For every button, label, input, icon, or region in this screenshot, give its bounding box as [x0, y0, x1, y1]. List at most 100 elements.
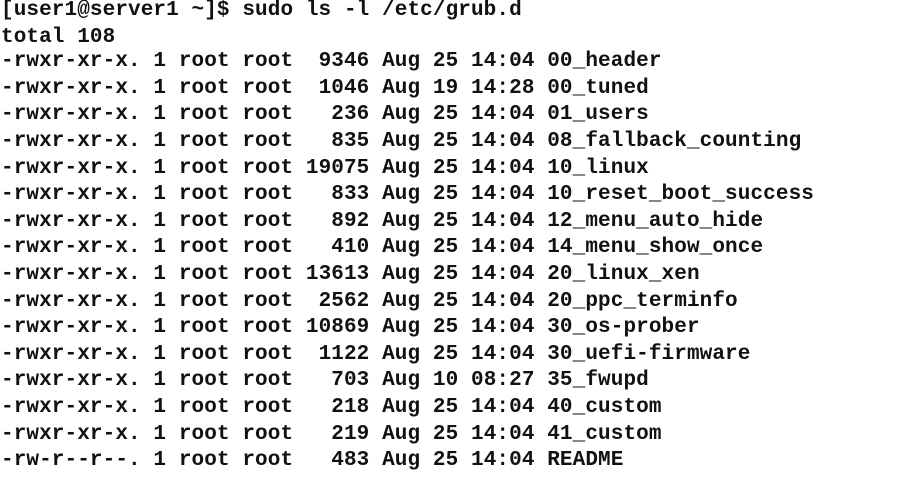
link-count: 1 — [140, 449, 167, 473]
file-name: 00_header — [534, 50, 662, 74]
link-count: 1 — [140, 103, 167, 127]
file-name: 00_tuned — [534, 76, 649, 100]
modified-day: 19 — [420, 76, 459, 100]
modified-day: 25 — [420, 316, 459, 340]
modified-day: 25 — [420, 209, 459, 233]
file-permissions: -rwxr-xr-x. — [1, 183, 141, 207]
file-permissions: -rwxr-xr-x. — [1, 369, 141, 393]
file-size: 9346 — [293, 50, 370, 74]
listing-row: -rw-r--r--. 1 root root 483 Aug 25 14:04… — [1, 448, 902, 475]
modified-time: 14:04 — [458, 156, 535, 180]
terminal-window[interactable]: [user1@server1 ~]$ sudo ls -l /etc/grub.… — [0, 0, 902, 475]
modified-day: 25 — [420, 50, 459, 74]
file-group: root — [229, 262, 294, 286]
listing-row: -rwxr-xr-x. 1 root root 703 Aug 10 08:27… — [1, 368, 902, 395]
link-count: 1 — [140, 316, 167, 340]
file-permissions: -rwxr-xr-x. — [1, 316, 141, 340]
file-group: root — [229, 50, 294, 74]
file-owner: root — [166, 209, 230, 233]
file-name: 20_ppc_terminfo — [534, 289, 738, 313]
listing-row: -rwxr-xr-x. 1 root root 2562 Aug 25 14:0… — [1, 289, 902, 316]
file-permissions: -rwxr-xr-x. — [1, 236, 141, 260]
file-owner: root — [166, 395, 230, 419]
link-count: 1 — [140, 369, 167, 393]
modified-day: 25 — [420, 342, 459, 366]
file-name: 01_users — [534, 103, 649, 127]
modified-time: 14:04 — [458, 129, 535, 153]
link-count: 1 — [140, 50, 167, 74]
link-count: 1 — [140, 289, 167, 313]
file-name: 08_fallback_counting — [534, 129, 802, 153]
link-count: 1 — [140, 422, 167, 446]
file-permissions: -rwxr-xr-x. — [1, 395, 141, 419]
file-name: README — [534, 449, 624, 473]
file-group: root — [229, 103, 294, 127]
modified-month: Aug — [369, 76, 421, 100]
file-name: 40_custom — [534, 395, 662, 419]
file-group: root — [229, 449, 294, 473]
file-owner: root — [166, 183, 230, 207]
listing-row: -rwxr-xr-x. 1 root root 1122 Aug 25 14:0… — [1, 342, 902, 369]
file-size: 219 — [293, 422, 370, 446]
modified-time: 14:04 — [458, 342, 535, 366]
modified-day: 25 — [420, 156, 459, 180]
file-name: 10_reset_boot_success — [534, 183, 814, 207]
file-size: 10869 — [293, 316, 370, 340]
listing-row: -rwxr-xr-x. 1 root root 410 Aug 25 14:04… — [1, 235, 902, 262]
modified-month: Aug — [369, 449, 421, 473]
file-name: 35_fwupd — [534, 369, 649, 393]
file-size: 835 — [293, 129, 370, 153]
link-count: 1 — [140, 156, 167, 180]
modified-time: 14:04 — [458, 236, 535, 260]
file-permissions: -rwxr-xr-x. — [1, 209, 141, 233]
file-size: 13613 — [293, 262, 370, 286]
modified-month: Aug — [369, 183, 421, 207]
modified-day: 25 — [420, 289, 459, 313]
file-size: 236 — [293, 103, 370, 127]
modified-month: Aug — [369, 395, 421, 419]
file-size: 19075 — [293, 156, 370, 180]
file-name: 14_menu_show_once — [534, 236, 764, 260]
link-count: 1 — [140, 76, 167, 100]
file-owner: root — [166, 236, 230, 260]
modified-time: 14:04 — [458, 50, 535, 74]
modified-time: 14:04 — [458, 103, 535, 127]
listing-row: -rwxr-xr-x. 1 root root 236 Aug 25 14:04… — [1, 102, 902, 129]
file-owner: root — [166, 50, 230, 74]
listing-row: -rwxr-xr-x. 1 root root 10869 Aug 25 14:… — [1, 315, 902, 342]
file-owner: root — [166, 449, 230, 473]
file-permissions: -rwxr-xr-x. — [1, 103, 141, 127]
listing-row: -rwxr-xr-x. 1 root root 218 Aug 25 14:04… — [1, 395, 902, 422]
modified-month: Aug — [369, 50, 421, 74]
listing-row: -rwxr-xr-x. 1 root root 13613 Aug 25 14:… — [1, 262, 902, 289]
file-group: root — [229, 316, 294, 340]
file-group: root — [229, 129, 294, 153]
modified-day: 25 — [420, 236, 459, 260]
listing-row: -rwxr-xr-x. 1 root root 833 Aug 25 14:04… — [1, 182, 902, 209]
modified-month: Aug — [369, 103, 421, 127]
modified-day: 25 — [420, 449, 459, 473]
file-size: 218 — [293, 395, 370, 419]
file-owner: root — [166, 76, 230, 100]
file-name: 12_menu_auto_hide — [534, 209, 764, 233]
modified-time: 14:04 — [458, 289, 535, 313]
file-group: root — [229, 156, 294, 180]
file-group: root — [229, 236, 294, 260]
file-name: 41_custom — [534, 422, 662, 446]
file-name: 30_uefi-firmware — [534, 342, 751, 366]
directory-listing: -rwxr-xr-x. 1 root root 9346 Aug 25 14:0… — [1, 49, 902, 475]
file-group: root — [229, 422, 294, 446]
modified-time: 14:04 — [458, 316, 535, 340]
listing-row: -rwxr-xr-x. 1 root root 219 Aug 25 14:04… — [1, 422, 902, 449]
file-owner: root — [166, 262, 230, 286]
modified-month: Aug — [369, 262, 421, 286]
file-group: root — [229, 369, 294, 393]
modified-day: 25 — [420, 129, 459, 153]
file-permissions: -rwxr-xr-x. — [1, 262, 141, 286]
modified-time: 14:04 — [458, 209, 535, 233]
file-size: 2562 — [293, 289, 370, 313]
file-owner: root — [166, 103, 230, 127]
file-size: 410 — [293, 236, 370, 260]
modified-month: Aug — [369, 316, 421, 340]
modified-time: 14:28 — [458, 76, 535, 100]
